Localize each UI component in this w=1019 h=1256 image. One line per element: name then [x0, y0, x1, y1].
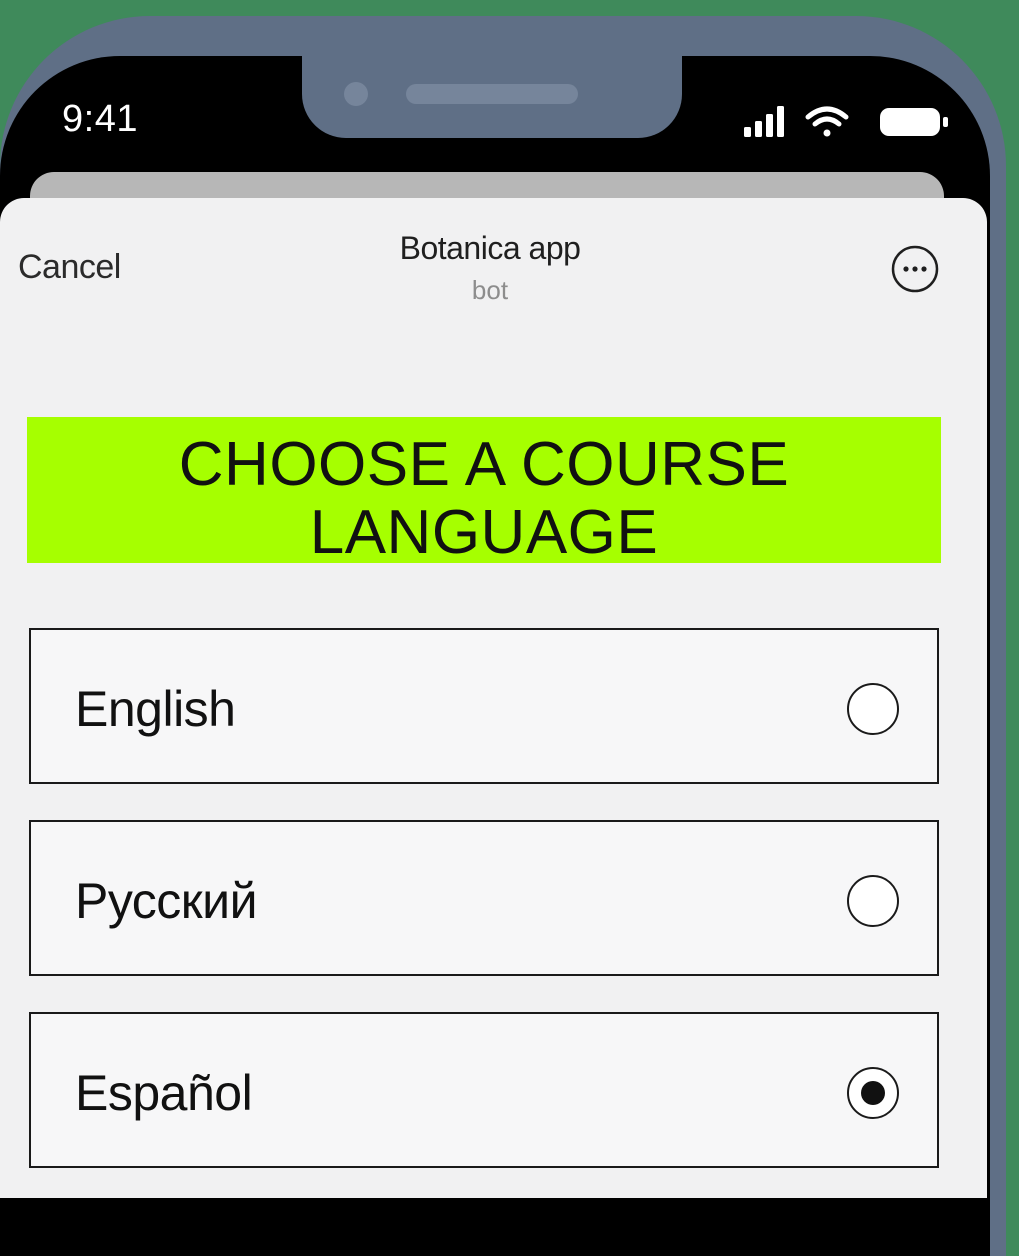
cancel-button[interactable]: Cancel [18, 248, 121, 287]
status-icons [744, 106, 948, 137]
front-camera-icon [344, 82, 368, 106]
status-time: 9:41 [62, 98, 138, 140]
battery-icon [880, 108, 948, 136]
bot-subtitle: bot [471, 275, 509, 305]
radio-button[interactable] [847, 875, 899, 927]
option-label: Español [75, 1065, 253, 1121]
cellular-signal-icon [744, 106, 784, 137]
course-language-banner: CHOOSE A COURSE LANGUAGE [27, 417, 941, 567]
bot-title: Botanica app [399, 230, 581, 266]
radio-button-selected[interactable] [847, 1067, 899, 1119]
wifi-icon [805, 106, 849, 137]
option-label: English [75, 681, 236, 737]
option-label: Русский [75, 873, 258, 929]
earpiece-speaker [406, 84, 578, 104]
more-options-icon[interactable] [890, 244, 940, 294]
language-option-spanish[interactable]: Español [29, 1012, 939, 1168]
language-option-english[interactable]: English [29, 628, 939, 784]
radio-button[interactable] [847, 683, 899, 735]
language-option-russian[interactable]: Русский [29, 820, 939, 976]
banner-title: CHOOSE A COURSE LANGUAGE [178, 430, 790, 567]
